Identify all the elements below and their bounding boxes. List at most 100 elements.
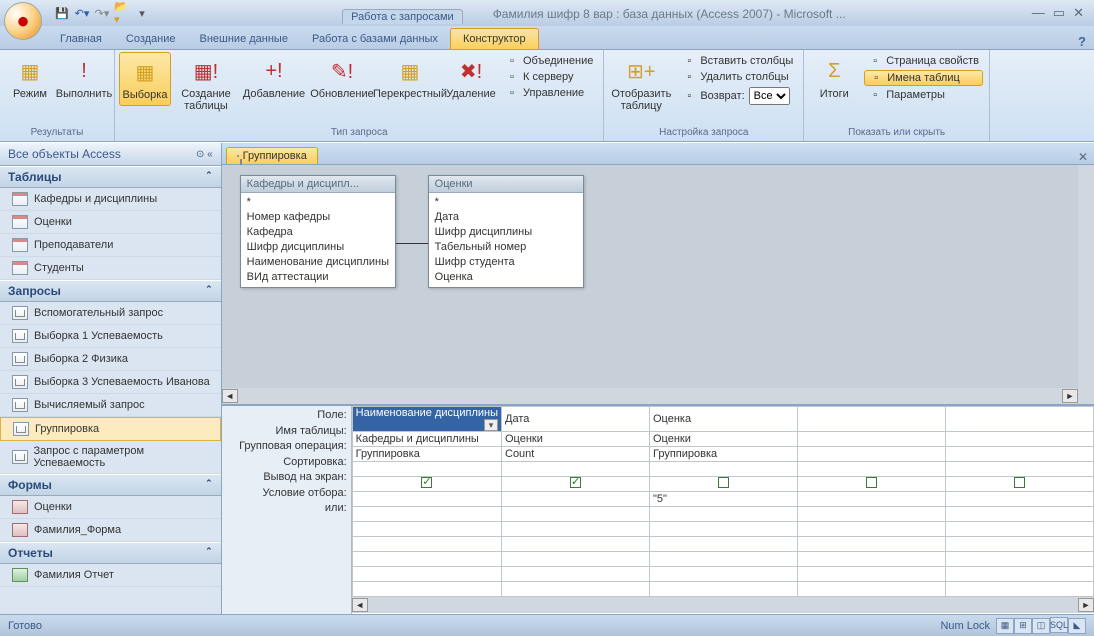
ribbon-btn-Объединение[interactable]: ▫Объединение [501, 54, 597, 68]
scroll-right-icon[interactable]: ► [1062, 389, 1078, 403]
ribbon-btn-Итоги[interactable]: ΣИтоги [808, 52, 860, 104]
field-Шифр дисциплины[interactable]: Шифр дисциплины [247, 240, 389, 255]
qat-dropdown-icon[interactable]: ▾ [134, 5, 150, 21]
ribbon-btn-Отобразить таблицу[interactable]: ⊞+Отобразить таблицу [608, 52, 674, 116]
tab-Конструктор[interactable]: Конструктор [450, 28, 539, 49]
view-pivot-icon[interactable]: ⊞ [1014, 618, 1032, 634]
ribbon-btn-Страница свойств[interactable]: ▫Страница свойств [864, 54, 983, 68]
grid-cell-crit-4[interactable] [946, 492, 1094, 507]
view-chart-icon[interactable]: ◫ [1032, 618, 1050, 634]
view-design-icon[interactable]: ◣ [1068, 618, 1086, 634]
nav-item-Запрос с параметром Успеваемость[interactable]: Запрос с параметром Успеваемость [0, 441, 221, 474]
ribbon-btn-Добавление[interactable]: +!Добавление [241, 52, 307, 104]
grid-cell-field-2[interactable]: Оценка [650, 407, 798, 432]
save-icon[interactable]: 💾 [54, 5, 70, 21]
field-Кафедра[interactable]: Кафедра [247, 225, 389, 240]
ribbon-btn-Выполнить[interactable]: !Выполнить [58, 52, 110, 104]
grid-cell-or-3[interactable] [798, 507, 946, 522]
field-*[interactable]: * [247, 195, 389, 210]
field-dropdown-icon[interactable]: ▾ [484, 419, 498, 431]
tab-Работа с базами данных[interactable]: Работа с базами данных [300, 29, 450, 49]
grid-cell-blank[interactable] [798, 537, 946, 552]
nav-category-Отчеты[interactable]: Отчеты⌃ [0, 542, 221, 564]
grid-cell-blank[interactable] [650, 567, 798, 582]
grid-cell-blank[interactable] [502, 522, 650, 537]
grid-cell-blank[interactable] [502, 582, 650, 597]
nav-item-Группировка[interactable]: Группировка [0, 417, 221, 441]
grid-cell-blank[interactable] [798, 582, 946, 597]
join-line[interactable] [396, 243, 428, 244]
table-field-list-Оценки[interactable]: Оценки*ДатаШифр дисциплиныТабельный номе… [428, 175, 584, 288]
field-list-body[interactable]: *ДатаШифр дисциплиныТабельный номерШифр … [429, 193, 583, 287]
nav-category-Формы[interactable]: Формы⌃ [0, 474, 221, 496]
grid-cell-sort-4[interactable] [946, 462, 1094, 477]
show-checkbox[interactable] [421, 477, 432, 488]
nav-item-Кафедры и дисциплины[interactable]: Кафедры и дисциплины [0, 188, 221, 211]
grid-cell-show-1[interactable] [502, 477, 650, 492]
doc-tab-active[interactable]: Группировка [226, 147, 318, 164]
nav-item-Выборка 1 Успеваемость[interactable]: Выборка 1 Успеваемость [0, 325, 221, 348]
ribbon-btn-К серверу[interactable]: ▫К серверу [501, 70, 597, 84]
close-button[interactable]: ✕ [1073, 5, 1084, 21]
grid-cell-blank[interactable] [946, 552, 1094, 567]
ribbon-btn-Перекрестный[interactable]: ▦Перекрестный [377, 52, 443, 104]
grid-cell-show-2[interactable] [650, 477, 798, 492]
grid-cell-op-2[interactable]: Группировка [650, 447, 798, 462]
ribbon-btn-Обновление[interactable]: ✎!Обновление [309, 52, 375, 104]
ribbon-btn-Вставить столбцы[interactable]: ▫Вставить столбцы [678, 54, 797, 68]
nav-header-dropdown-icon[interactable]: ⊙ « [196, 149, 213, 160]
grid-cell-sort-2[interactable] [650, 462, 798, 477]
grid-cell-sort-3[interactable] [798, 462, 946, 477]
view-sql-icon[interactable]: SQL [1050, 617, 1068, 633]
grid-cell-field-4[interactable] [946, 407, 1094, 432]
view-datasheet-icon[interactable]: ▦ [996, 618, 1014, 634]
grid-cell-table-4[interactable] [946, 432, 1094, 447]
field-ВИд аттестации[interactable]: ВИд аттестации [247, 270, 389, 285]
nav-header[interactable]: Все объекты Access ⊙ « [0, 143, 221, 166]
nav-category-Таблицы[interactable]: Таблицы⌃ [0, 166, 221, 188]
ribbon-btn-Выборка[interactable]: ▦Выборка [119, 52, 171, 106]
grid-cell-blank[interactable] [352, 537, 501, 552]
tables-canvas[interactable]: ◄ ► Кафедры и дисципл...*Номер кафедрыКа… [222, 165, 1094, 404]
grid-cell-table-3[interactable] [798, 432, 946, 447]
ribbon-btn-Удалить столбцы[interactable]: ▫Удалить столбцы [678, 70, 797, 84]
help-icon[interactable]: ? [1078, 34, 1086, 49]
grid-cell-blank[interactable] [650, 582, 798, 597]
grid-cell-or-4[interactable] [946, 507, 1094, 522]
grid-cell-or-2[interactable] [650, 507, 798, 522]
ribbon-btn-Режим[interactable]: ▦Режим [4, 52, 56, 104]
grid-cell-blank[interactable] [502, 537, 650, 552]
ribbon-btn-Имена таблиц[interactable]: ▫Имена таблиц [864, 70, 983, 86]
grid-cell-crit-0[interactable] [352, 492, 501, 507]
grid-cell-blank[interactable] [502, 567, 650, 582]
grid-cell-op-3[interactable] [798, 447, 946, 462]
grid-cell-crit-3[interactable] [798, 492, 946, 507]
nav-item-Студенты[interactable]: Студенты [0, 257, 221, 280]
grid-cell-blank[interactable] [352, 582, 501, 597]
tab-Создание[interactable]: Создание [114, 29, 188, 49]
grid-cell-blank[interactable] [798, 552, 946, 567]
grid-cell-table-2[interactable]: Оценки [650, 432, 798, 447]
scroll-left-icon[interactable]: ◄ [222, 389, 238, 403]
field-Шифр студента[interactable]: Шифр студента [435, 255, 577, 270]
nav-item-Оценки[interactable]: Оценки [0, 211, 221, 234]
grid-cell-blank[interactable] [946, 582, 1094, 597]
grid-cell-blank[interactable] [352, 552, 501, 567]
grid-cell-show-0[interactable] [352, 477, 501, 492]
grid-cell-show-4[interactable] [946, 477, 1094, 492]
ribbon-btn-Удаление[interactable]: ✖!Удаление [445, 52, 497, 104]
view-buttons[interactable]: ▦⊞◫SQL◣ [996, 617, 1086, 634]
grid-cell-show-3[interactable] [798, 477, 946, 492]
show-checkbox[interactable] [570, 477, 581, 488]
open-icon[interactable]: 📂▾ [114, 5, 130, 21]
canvas-vscroll[interactable] [1078, 165, 1094, 404]
ribbon-btn-Параметры[interactable]: ▫Параметры [864, 88, 983, 102]
scroll-right-icon[interactable]: ► [1078, 598, 1094, 612]
grid-cell-field-3[interactable] [798, 407, 946, 432]
tab-Главная[interactable]: Главная [48, 29, 114, 49]
grid-cell-or-1[interactable] [502, 507, 650, 522]
grid-cell-or-0[interactable] [352, 507, 501, 522]
canvas-hscroll[interactable]: ◄ ► [222, 388, 1078, 404]
field-Табельный номер[interactable]: Табельный номер [435, 240, 577, 255]
grid-cell-op-0[interactable]: Группировка [352, 447, 501, 462]
